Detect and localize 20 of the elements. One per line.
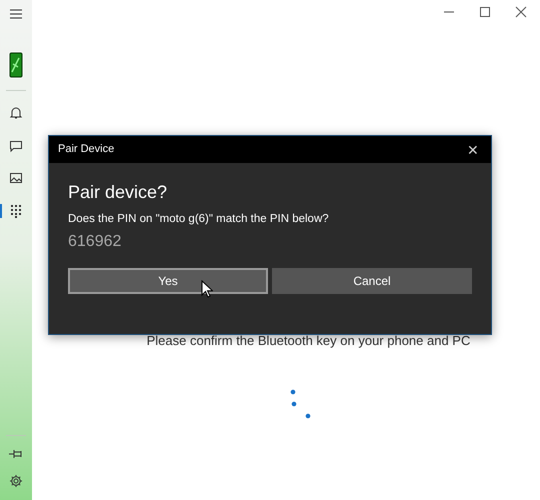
dialpad-icon[interactable] [10,204,22,218]
settings-icon[interactable] [9,474,23,488]
dialog-heading: Pair device? [68,181,168,204]
cancel-button[interactable]: Cancel [272,268,472,294]
maximize-icon[interactable] [478,5,492,19]
bell-icon[interactable] [9,106,23,120]
menu-icon[interactable] [8,7,24,21]
status-text: Please confirm the Bluetooth key on your phone and PC [146,332,470,350]
close-icon[interactable] [514,5,528,19]
chat-icon[interactable] [9,139,23,153]
dialog-title: Pair Device [58,142,114,158]
pin-code: 616962 [68,232,122,252]
phone-icon[interactable] [9,52,23,78]
question-text: Does the PIN on "moto g(6)" match the PIN below? [68,212,330,227]
pin-icon[interactable] [8,448,24,460]
yes-button[interactable]: Yes [68,268,268,294]
loading-spinner-icon [290,388,312,418]
close-button[interactable]: ✕ [467,142,479,156]
photos-icon[interactable] [9,171,23,185]
cursor-icon [201,280,213,298]
